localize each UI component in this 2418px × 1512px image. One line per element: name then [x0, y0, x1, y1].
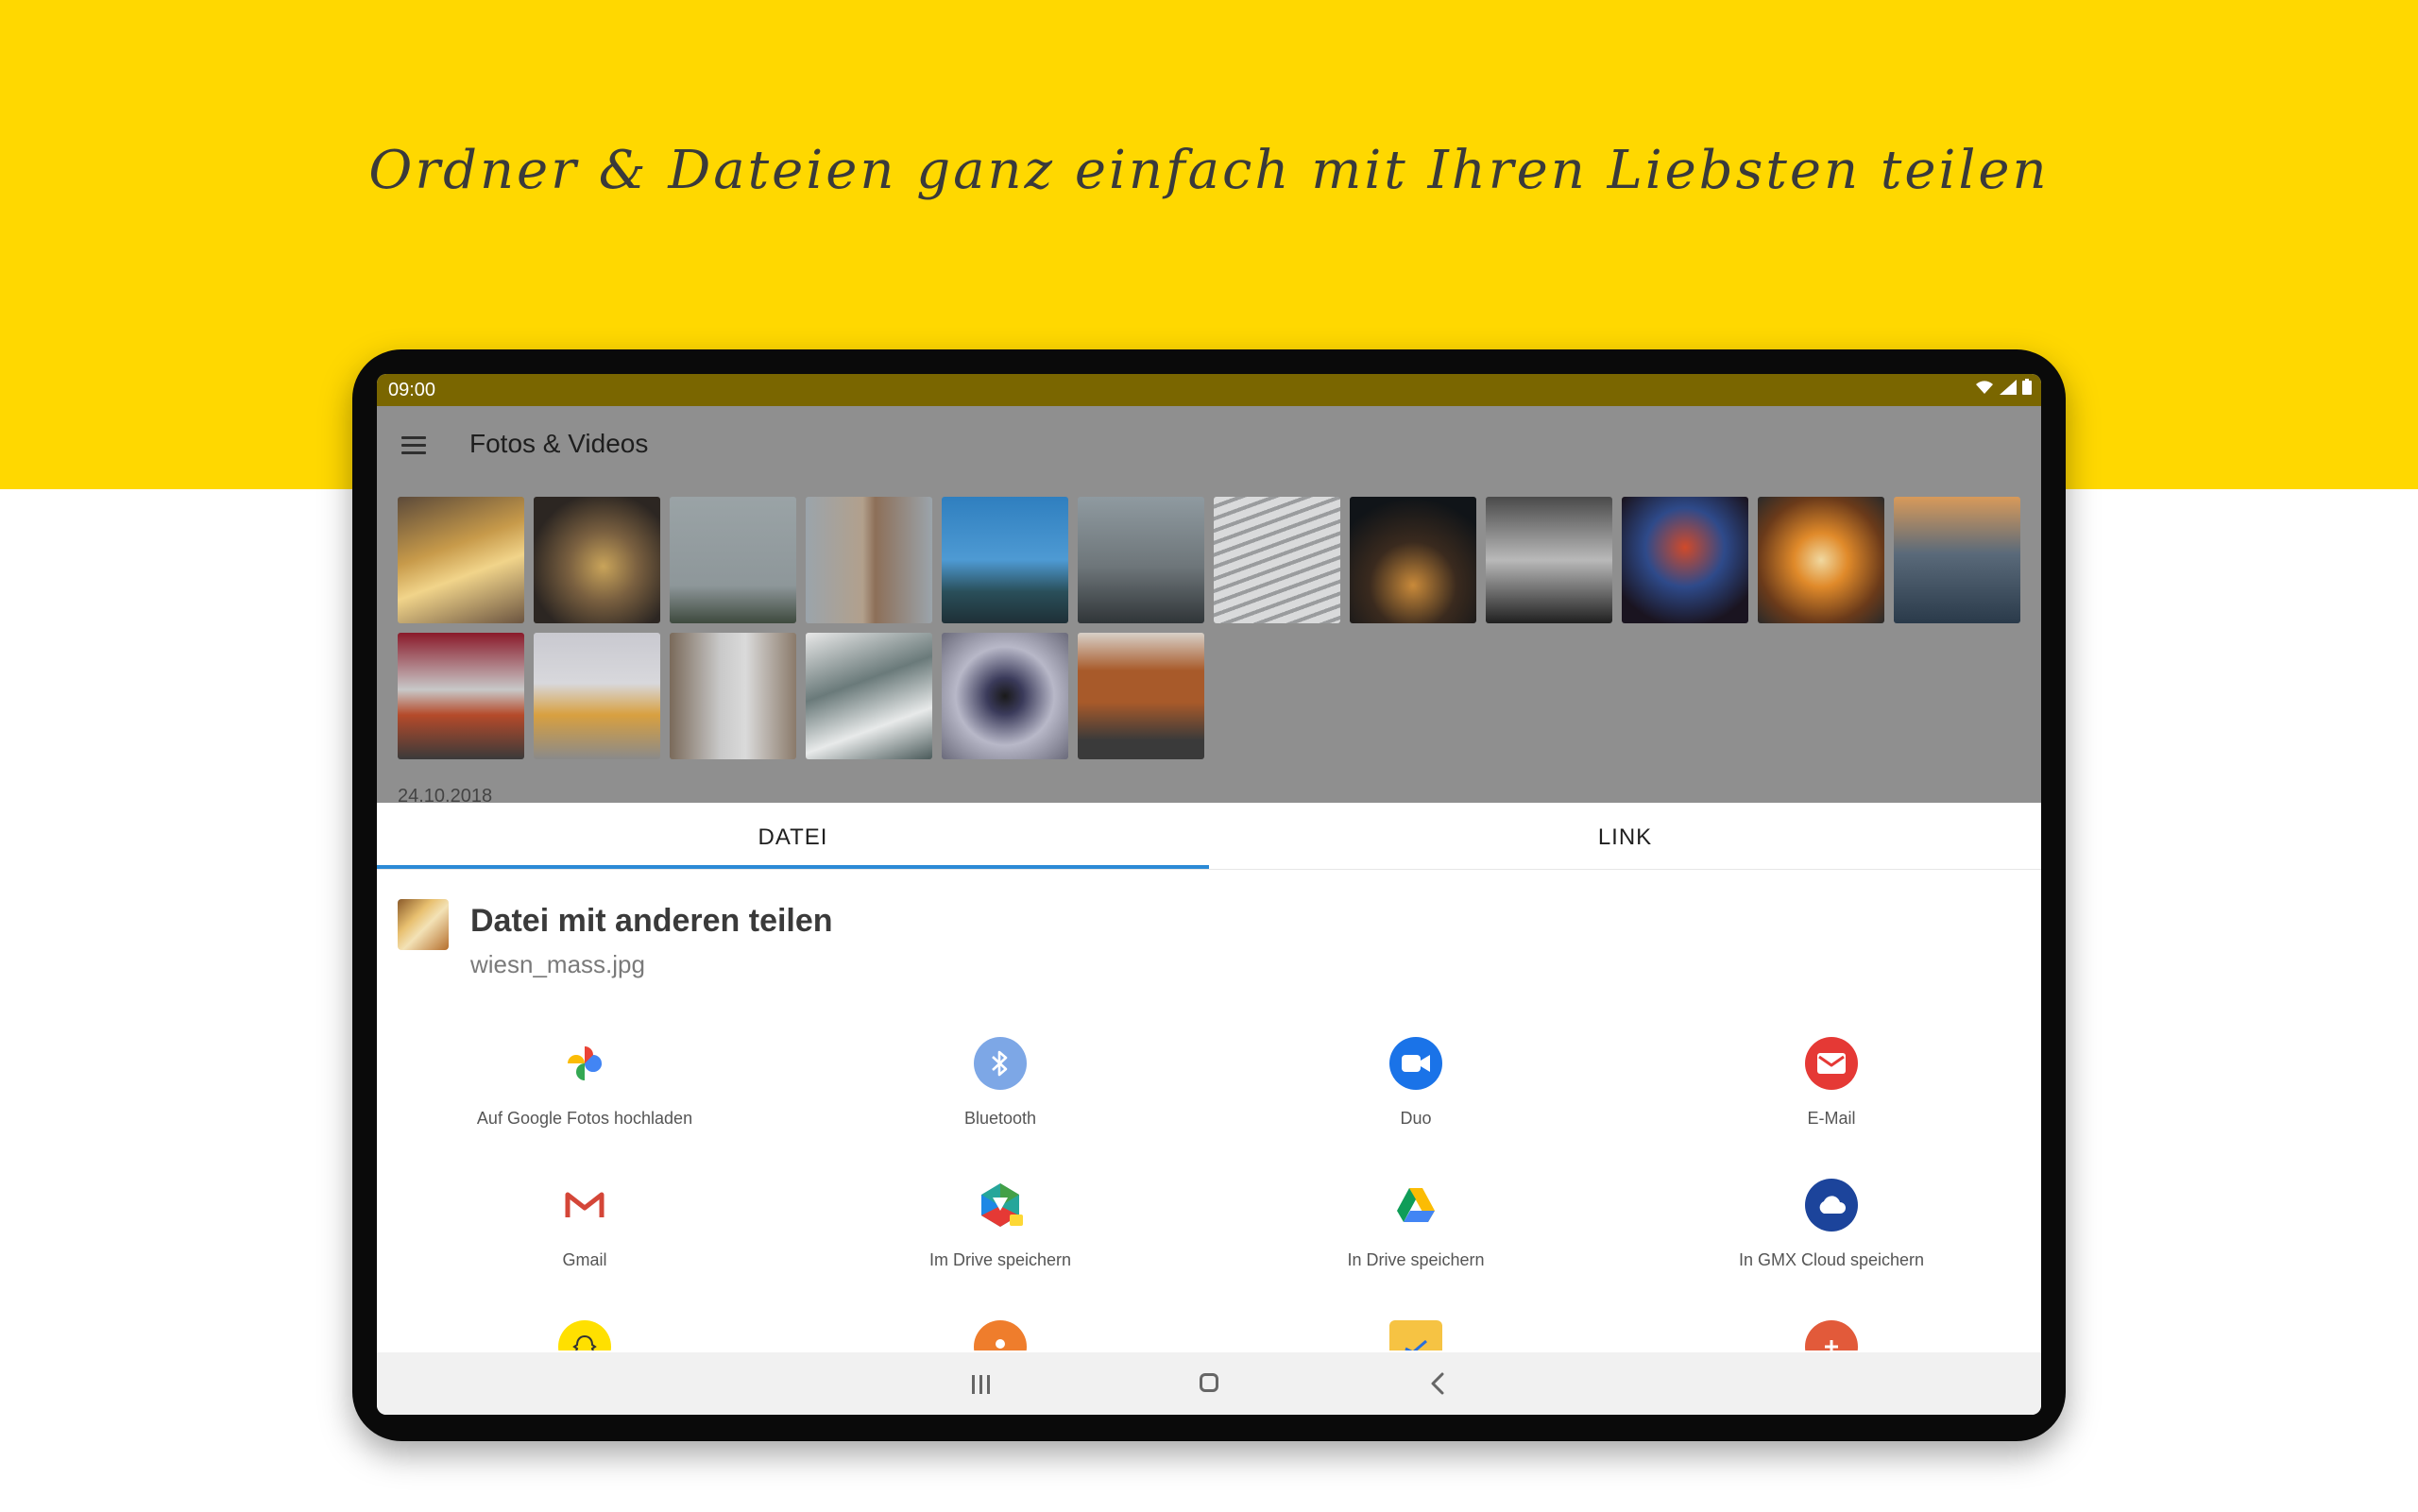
photo-thumbnail[interactable] — [534, 633, 660, 759]
share-target-label: Im Drive speichern — [928, 1250, 1072, 1269]
photo-thumbnail[interactable] — [670, 633, 796, 759]
google-photos-icon — [558, 1037, 611, 1090]
share-target-partial[interactable] — [377, 1320, 792, 1351]
recents-icon[interactable] — [972, 1375, 993, 1394]
tab-datei[interactable]: DATEI — [377, 807, 1209, 869]
snapchat-like-icon — [558, 1320, 611, 1351]
share-sheet: DATEI LINK Datei mit anderen teilen wies… — [377, 807, 2041, 1351]
share-target-label: Gmail — [562, 1250, 607, 1269]
share-target-label: Duo — [1400, 1109, 1432, 1128]
google-drive-icon — [1389, 1179, 1442, 1232]
email-icon — [1805, 1037, 1858, 1090]
share-target-gmx-cloud[interactable]: In GMX Cloud speichern — [1624, 1179, 2039, 1292]
share-target-partial[interactable] — [1624, 1320, 2039, 1351]
add-icon — [1805, 1320, 1858, 1351]
app-bar: Fotos & Videos — [377, 406, 2041, 491]
share-target-bluetooth[interactable]: Bluetooth — [792, 1037, 1208, 1150]
status-bar: 09:00 — [377, 374, 2041, 406]
wifi-icon — [1976, 380, 1993, 394]
photo-thumbnail[interactable] — [1894, 497, 2020, 623]
tab-link[interactable]: LINK — [1209, 807, 2041, 869]
photo-thumbnail[interactable] — [398, 633, 524, 759]
share-target-partial[interactable] — [792, 1320, 1208, 1351]
photo-thumbnail[interactable] — [1214, 497, 1340, 623]
photo-thumbnail[interactable] — [670, 497, 796, 623]
share-target-in-drive[interactable]: In Drive speichern — [1208, 1179, 1624, 1292]
photo-thumbnail[interactable] — [1350, 497, 1476, 623]
share-target-label: E-Mail — [1807, 1109, 1856, 1128]
photo-thumbnail[interactable] — [806, 633, 932, 759]
share-target-email[interactable]: E-Mail — [1624, 1037, 2039, 1150]
navigation-bar — [377, 1352, 2041, 1415]
battery-icon — [2022, 379, 2032, 395]
photo-thumbnail[interactable] — [1758, 497, 1884, 623]
signal-icon — [2000, 379, 2017, 395]
share-filename: wiesn_mass.jpg — [470, 950, 645, 978]
share-target-label: Bluetooth — [963, 1109, 1037, 1128]
gmx-cloud-icon — [1805, 1179, 1858, 1232]
photo-gallery: 24.10.2018 — [377, 491, 2041, 807]
status-icons — [1975, 379, 2032, 395]
photo-thumbnail[interactable] — [1622, 497, 1748, 623]
photo-thumbnail[interactable] — [806, 497, 932, 623]
photo-thumbnail[interactable] — [1078, 497, 1204, 623]
contact-icon — [974, 1320, 1027, 1351]
bluetooth-icon — [974, 1037, 1027, 1090]
photo-thumbnail[interactable] — [398, 497, 524, 623]
file-thumbnail — [398, 899, 449, 950]
folder-icon — [1389, 1320, 1442, 1351]
app-title: Fotos & Videos — [469, 429, 649, 458]
photo-thumbnail[interactable] — [1078, 633, 1204, 759]
share-target-label: In Drive speichern — [1347, 1250, 1485, 1269]
share-target-google-photos[interactable]: Auf Google Fotos hochladen — [377, 1037, 792, 1150]
share-target-duo[interactable]: Duo — [1208, 1037, 1624, 1150]
back-icon[interactable] — [1427, 1371, 1450, 1396]
gallery-date: 24.10.2018 — [398, 786, 493, 807]
share-target-gmail[interactable]: Gmail — [377, 1179, 792, 1292]
menu-icon[interactable] — [401, 436, 426, 455]
share-target-label: Auf Google Fotos hochladen — [476, 1109, 693, 1128]
gmail-icon — [558, 1179, 611, 1232]
home-icon[interactable] — [1200, 1373, 1218, 1392]
tablet-screen: 09:00 Fotos & Videos 24.10.2018 DATEI LI… — [377, 374, 2041, 1415]
photo-thumbnail[interactable] — [1486, 497, 1612, 623]
status-time: 09:00 — [388, 380, 436, 400]
share-title: Datei mit anderen teilen — [470, 903, 833, 939]
share-target-label: In GMX Cloud speichern — [1738, 1250, 1925, 1269]
share-target-im-drive[interactable]: Im Drive speichern — [792, 1179, 1208, 1292]
photo-thumbnail[interactable] — [942, 497, 1068, 623]
tab-divider — [377, 869, 2041, 870]
drive-hex-icon — [974, 1179, 1027, 1232]
hero-title: Ordner & Dateien ganz einfach mit Ihren … — [368, 140, 2050, 201]
share-target-partial[interactable] — [1208, 1320, 1624, 1351]
photo-thumbnail[interactable] — [534, 497, 660, 623]
photo-thumbnail[interactable] — [942, 633, 1068, 759]
duo-icon — [1389, 1037, 1442, 1090]
